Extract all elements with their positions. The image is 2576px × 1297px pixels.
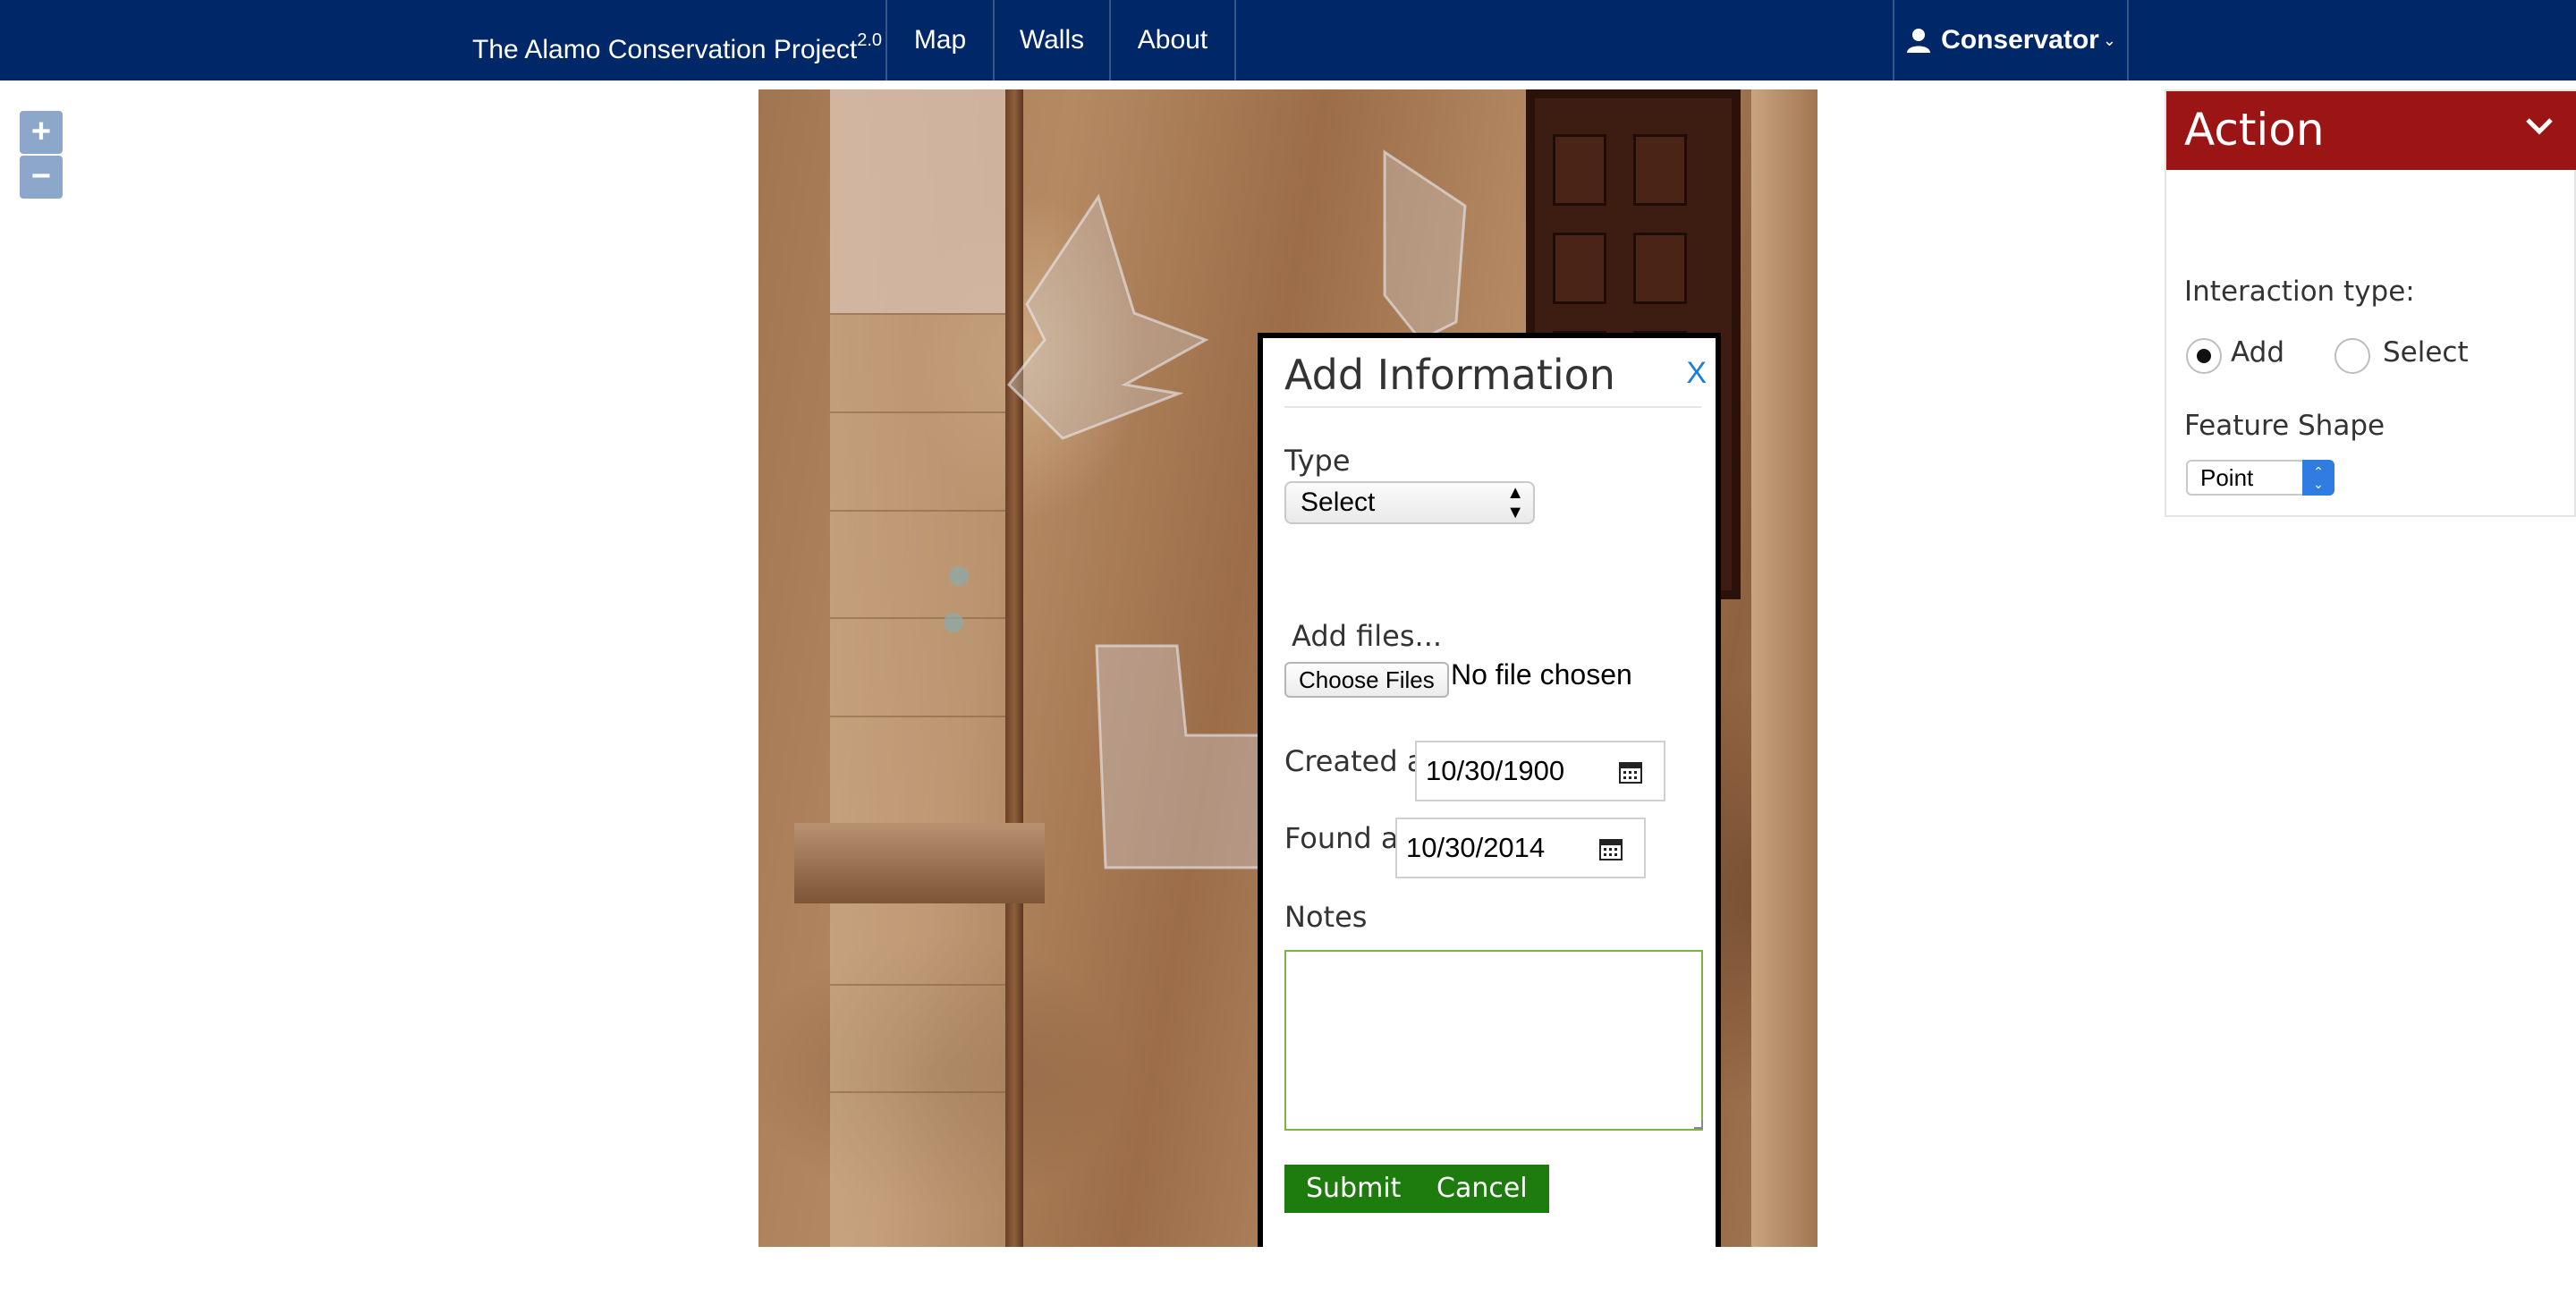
radio-add[interactable] <box>2186 338 2222 374</box>
choose-files-button[interactable]: Choose Files <box>1284 662 1449 698</box>
user-menu[interactable]: Conservator ⌄ <box>1894 0 2127 81</box>
submit-button[interactable]: Submit <box>1284 1165 1423 1213</box>
nav-divider <box>1234 0 1236 81</box>
radio-select-label[interactable]: Select <box>2383 336 2469 369</box>
cancel-button[interactable]: Cancel <box>1415 1165 1549 1213</box>
notes-textarea[interactable] <box>1284 950 1703 1131</box>
type-label: Type <box>1284 444 1351 478</box>
action-panel-header[interactable]: Action <box>2166 91 2576 170</box>
created-at-value: 10/30/1900 <box>1426 755 1565 786</box>
chevron-down-icon: ⌄ <box>2102 30 2116 49</box>
radio-add-label[interactable]: Add <box>2231 336 2284 369</box>
add-files-label: Add files... <box>1292 619 1443 653</box>
feature-polygon[interactable] <box>1006 193 1209 440</box>
notes-label: Notes <box>1284 900 1368 934</box>
found-at-label: Found at <box>1284 821 1411 855</box>
popup-title: Add Information <box>1284 351 1615 399</box>
action-panel-title: Action <box>2184 104 2325 156</box>
action-panel: Action Interaction type: Add Select Feat… <box>2165 89 2576 517</box>
add-information-popup: Add Information X Type Select ▲ ▼ Add fil… <box>1258 333 1721 1247</box>
calendar-icon[interactable] <box>1599 837 1623 860</box>
chevron-down-icon[interactable] <box>2524 116 2555 136</box>
nav-item-walls[interactable]: Walls <box>995 0 1109 81</box>
calendar-icon[interactable] <box>1619 760 1642 784</box>
nav-item-about[interactable]: About <box>1111 0 1234 81</box>
feature-point-marker[interactable] <box>944 613 963 632</box>
found-at-date-input[interactable]: 10/30/2014 <box>1395 818 1646 878</box>
brand-version: 2.0 <box>857 30 883 50</box>
resize-grip-icon[interactable] <box>1694 1120 1703 1129</box>
nav-divider <box>2127 0 2129 81</box>
close-button[interactable]: X <box>1686 356 1707 391</box>
type-select-value: Select <box>1301 487 1376 517</box>
feature-shape-value: Point <box>2200 464 2254 491</box>
nav-item-map[interactable]: Map <box>887 0 993 81</box>
user-menu-label: Conservator <box>1941 25 2099 55</box>
radio-select[interactable] <box>2334 338 2370 374</box>
interaction-type-label: Interaction type: <box>2184 276 2415 308</box>
feature-polygon[interactable] <box>1383 149 1467 342</box>
created-at-label: Created at <box>1284 744 1436 778</box>
select-stepper-icon: ⌃ ⌄ <box>2302 460 2334 496</box>
created-at-date-input[interactable]: 10/30/1900 <box>1415 741 1665 801</box>
type-select[interactable]: Select ▲ ▼ <box>1284 481 1535 524</box>
select-arrows-icon: ▲ ▼ <box>1506 483 1524 522</box>
user-icon <box>1907 29 1931 53</box>
feature-shape-select[interactable]: Point ⌃ ⌄ <box>2186 460 2334 496</box>
feature-shape-label: Feature Shape <box>2184 410 2385 442</box>
found-at-value: 10/30/2014 <box>1406 832 1546 863</box>
feature-polygon[interactable] <box>1095 644 1261 869</box>
file-status: No file chosen <box>1451 658 1632 691</box>
zoom-in-button[interactable]: + <box>20 111 63 154</box>
top-navbar: The Alamo Conservation Project2.0 Map Wa… <box>0 0 2576 81</box>
brand-name: The Alamo Conservation Project <box>472 35 858 64</box>
popup-divider <box>1284 406 1701 408</box>
zoom-out-button[interactable]: − <box>20 156 63 199</box>
feature-point-marker[interactable] <box>949 566 969 586</box>
brand-title[interactable]: The Alamo Conservation Project2.0 <box>472 0 882 81</box>
